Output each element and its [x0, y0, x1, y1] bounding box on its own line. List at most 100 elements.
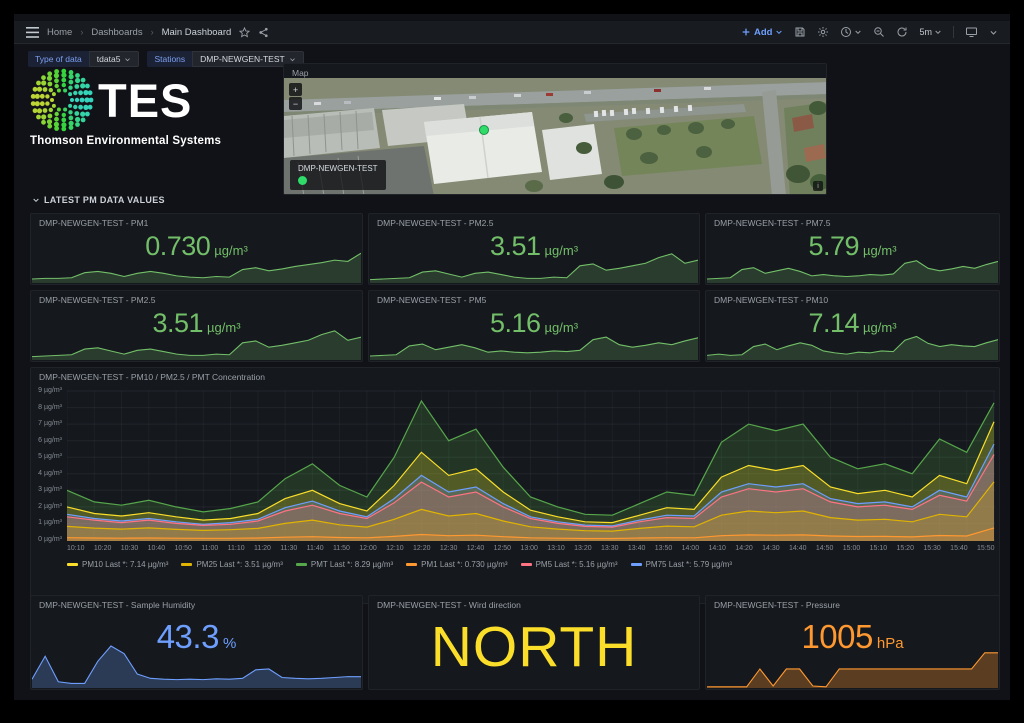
- add-button-label: Add: [754, 27, 772, 38]
- zoom-out-icon[interactable]: [873, 26, 885, 38]
- refresh-interval-select[interactable]: 5m: [919, 27, 942, 37]
- stat-panel-pm5: DMP-NEWGEN-TEST - PM5 5.16 µg/m³: [368, 290, 700, 362]
- x-axis-tick: 11:40: [307, 545, 324, 552]
- y-axis-tick: 0 µg/m³: [38, 536, 62, 543]
- stat-panel-title: DMP-NEWGEN-TEST - PM7.5: [706, 214, 999, 228]
- legend-item-pm5[interactable]: PM5 Last *: 5.16 µg/m³: [521, 560, 618, 569]
- x-axis-tick: 10:40: [148, 545, 166, 552]
- legend-item-pm75[interactable]: PM75 Last *: 5.79 µg/m³: [631, 560, 732, 569]
- star-icon[interactable]: [239, 27, 250, 38]
- map-zoom-in-button[interactable]: +: [289, 83, 302, 96]
- map-zoom-out-button[interactable]: −: [289, 97, 302, 110]
- map-panel: Map: [283, 63, 827, 195]
- stations-label: Stations: [147, 51, 192, 67]
- legend-item-pm10[interactable]: PM10 Last *: 7.14 µg/m³: [67, 560, 168, 569]
- refresh-icon[interactable]: [896, 26, 908, 38]
- legend-swatch: [406, 563, 417, 566]
- legend-swatch: [181, 563, 192, 566]
- legend-swatch: [67, 563, 78, 566]
- legend-item-pm25[interactable]: PM25 Last *: 3.51 µg/m³: [181, 560, 282, 569]
- humidity-sparkline: [32, 642, 361, 688]
- x-axis-tick: 15:00: [843, 545, 861, 552]
- map-legend-dot: [298, 176, 307, 185]
- stat-panel-title: DMP-NEWGEN-TEST - PM1: [31, 214, 362, 228]
- type-of-data-filter: Type of data tdata5: [28, 51, 139, 67]
- stat-sparkline: [707, 326, 998, 360]
- stat-panel-pm1: DMP-NEWGEN-TEST - PM1 0.730 µg/m³: [30, 213, 363, 285]
- type-of-data-select[interactable]: tdata5: [89, 51, 140, 67]
- y-axis-tick: 8 µg/m³: [38, 404, 62, 411]
- stat-sparkline: [370, 326, 698, 360]
- x-axis-tick: 14:50: [816, 545, 834, 552]
- toolbar-divider: [953, 26, 954, 38]
- legend-item-pm1[interactable]: PM1 Last *: 0.730 µg/m³: [406, 560, 507, 569]
- x-axis-tick: 11:20: [254, 545, 271, 552]
- x-axis-tick: 14:40: [789, 545, 807, 552]
- breadcrumb-current: Main Dashboard: [162, 27, 232, 38]
- breadcrumb-home[interactable]: Home: [47, 27, 72, 38]
- row-latest-pm-data[interactable]: LATEST PM DATA VALUES: [32, 195, 165, 205]
- legend-swatch: [631, 563, 642, 566]
- map-panel-title: Map: [284, 64, 826, 78]
- menu-icon[interactable]: [26, 27, 39, 38]
- y-axis-tick: 6 µg/m³: [38, 437, 62, 444]
- stat-panel-title: DMP-NEWGEN-TEST - PM5: [369, 291, 699, 305]
- x-axis-tick: 15:10: [870, 545, 888, 552]
- x-axis-tick: 12:50: [494, 545, 512, 552]
- x-axis-tick: 14:20: [735, 545, 753, 552]
- breadcrumb-separator: ›: [80, 27, 83, 37]
- stat-panel-pm25-b: DMP-NEWGEN-TEST - PM2.5 3.51 µg/m³: [30, 290, 363, 362]
- stat-panel-pm10: DMP-NEWGEN-TEST - PM10 7.14 µg/m³: [705, 290, 1000, 362]
- x-axis-tick: 10:20: [94, 545, 112, 552]
- settings-gear-icon[interactable]: [817, 26, 829, 38]
- dashboard: Home › Dashboards › Main Dashboard Add: [14, 14, 1010, 700]
- pressure-panel-title: DMP-NEWGEN-TEST - Pressure: [706, 596, 999, 610]
- y-axis-tick: 4 µg/m³: [38, 470, 62, 477]
- chevron-down-icon[interactable]: [989, 28, 998, 37]
- chart-plot-area[interactable]: [67, 390, 995, 542]
- map-legend: DMP-NEWGEN-TEST: [290, 160, 386, 190]
- x-axis-tick: 10:30: [121, 545, 139, 552]
- humidity-panel: DMP-NEWGEN-TEST - Sample Humidity 43.3 %: [30, 595, 363, 690]
- stat-sparkline: [32, 249, 361, 283]
- save-icon[interactable]: [794, 26, 806, 38]
- refresh-interval-value: 5m: [919, 27, 932, 37]
- legend-label: PM5 Last *: 5.16 µg/m³: [536, 560, 618, 569]
- x-axis-tick: 15:50: [977, 545, 995, 552]
- x-axis-tick: 15:20: [896, 545, 914, 552]
- x-axis-tick: 12:10: [386, 545, 404, 552]
- x-axis-tick: 13:30: [601, 545, 619, 552]
- x-axis-tick: 12:40: [467, 545, 485, 552]
- wind-direction-value: NORTH: [369, 604, 699, 689]
- stat-sparkline: [370, 249, 698, 283]
- breadcrumb-dashboards[interactable]: Dashboards: [91, 27, 142, 38]
- legend-label: PM1 Last *: 0.730 µg/m³: [421, 560, 507, 569]
- x-axis-tick: 11:00: [201, 545, 218, 552]
- row-header-label: LATEST PM DATA VALUES: [44, 195, 165, 205]
- legend-swatch: [296, 563, 307, 566]
- chevron-down-icon: [32, 196, 40, 204]
- pressure-sparkline: [707, 642, 998, 688]
- x-axis-tick: 11:50: [333, 545, 350, 552]
- x-axis-tick: 15:30: [923, 545, 941, 552]
- x-axis-tick: 12:20: [413, 545, 431, 552]
- pressure-panel: DMP-NEWGEN-TEST - Pressure 1005 hPa: [705, 595, 1000, 690]
- kiosk-monitor-icon[interactable]: [965, 26, 978, 38]
- x-axis-tick: 13:40: [628, 545, 646, 552]
- y-axis-tick: 2 µg/m³: [38, 503, 62, 510]
- share-icon[interactable]: [258, 27, 269, 38]
- x-axis-tick: 12:00: [359, 545, 377, 552]
- x-axis-tick: 13:10: [547, 545, 565, 552]
- legend-item-pmt[interactable]: PMT Last *: 8.29 µg/m³: [296, 560, 393, 569]
- chart-title: DMP-NEWGEN-TEST - PM10 / PM2.5 / PMT Con…: [31, 368, 999, 382]
- x-axis-tick: 14:30: [762, 545, 780, 552]
- x-axis-tick: 14:10: [708, 545, 726, 552]
- y-axis-tick: 1 µg/m³: [38, 519, 62, 526]
- type-of-data-value: tdata5: [97, 54, 121, 64]
- variable-filters: Type of data tdata5 Stations DMP-NEWGEN-…: [28, 51, 304, 67]
- stat-panel-title: DMP-NEWGEN-TEST - PM2.5: [369, 214, 699, 228]
- add-button[interactable]: Add: [741, 27, 783, 38]
- y-axis-tick: 3 µg/m³: [38, 486, 62, 493]
- time-range-picker[interactable]: [840, 26, 862, 38]
- map-attribution-icon[interactable]: i: [813, 181, 823, 191]
